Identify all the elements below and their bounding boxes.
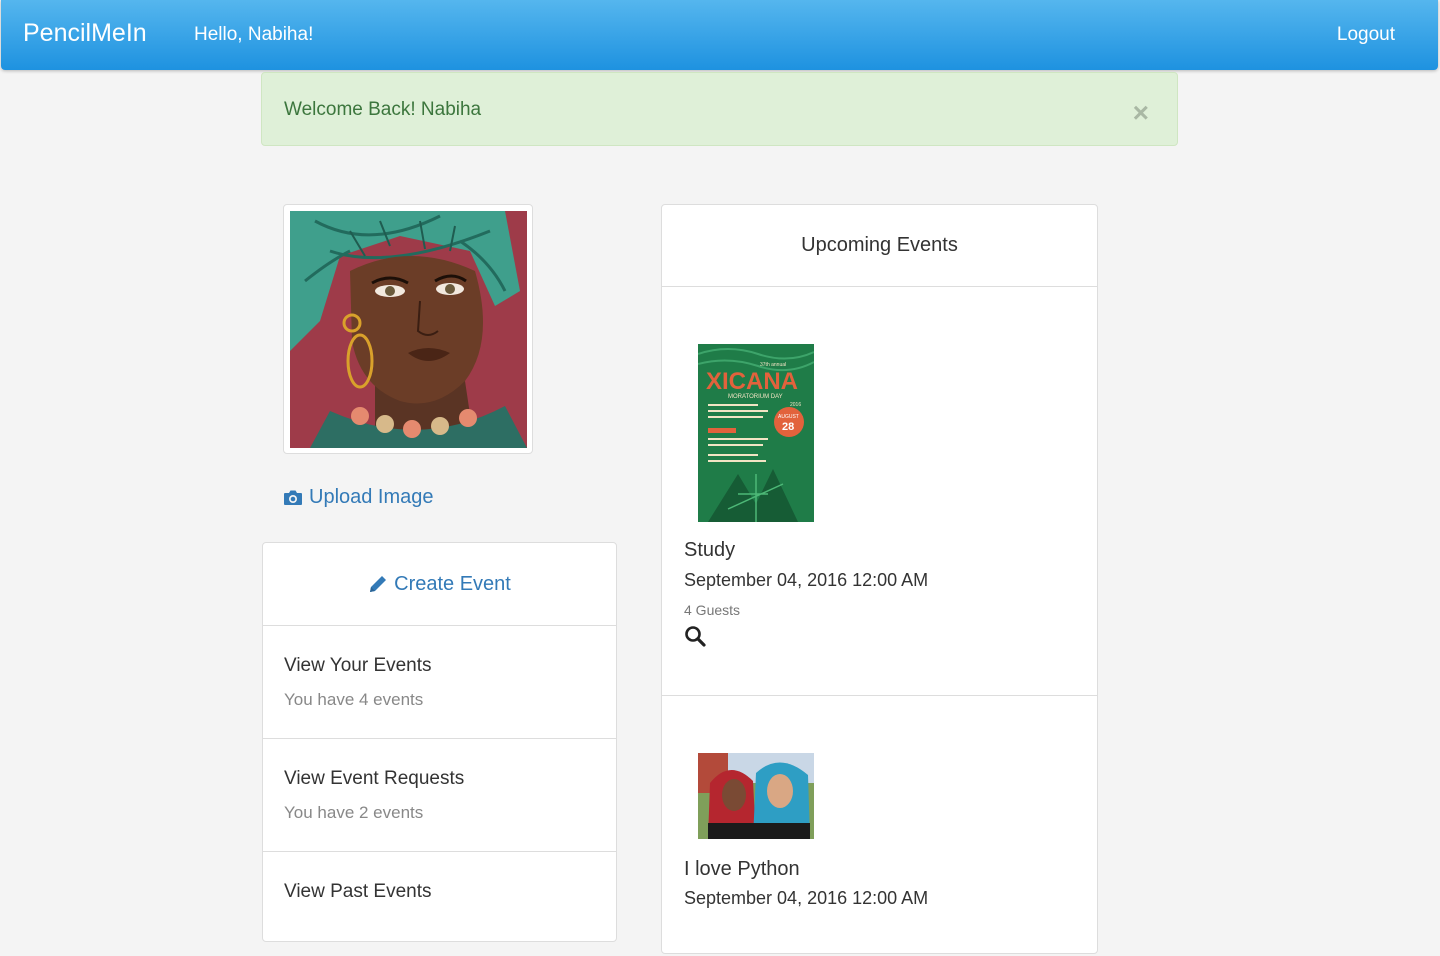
event-photo [698,753,814,839]
menu-item-past-events[interactable]: View Past Events [263,851,616,952]
logout-link[interactable]: Logout [1337,24,1395,46]
menu-item-your-events[interactable]: View Your Events You have 4 events [263,625,616,739]
alert-message: Welcome Back! Nabiha [284,99,482,120]
menu-item-title: View Event Requests [284,768,465,789]
event-title: I love Python [684,858,800,880]
poster-day: 28 [782,421,794,433]
search-icon[interactable] [684,625,706,652]
event-title: Study [684,539,736,561]
menu-item-subtitle: You have 4 events [284,690,424,709]
brand-logo[interactable]: PencilMeIn [23,19,147,48]
upcoming-events-panel: Upcoming Events 37th annual XICANA MORAT… [661,204,1098,954]
menu-item-event-requests[interactable]: View Event Requests You have 2 events [263,738,616,852]
event-date: September 04, 2016 12:00 AM [684,888,929,908]
poster-title: XICANA [706,368,798,395]
upload-image-label: Upload Image [309,486,434,508]
camera-icon [284,490,302,505]
upload-image-link[interactable]: Upload Image [283,486,434,509]
event-poster: 37th annual XICANA MORATORIUM DAY 2016 A… [698,344,814,522]
create-event-label: Create Event [394,572,511,595]
close-icon[interactable]: × [1133,99,1149,127]
event-card-python[interactable]: I love Python September 04, 2016 12:00 A… [662,696,1097,956]
poster-year: 2016 [790,402,801,408]
upcoming-events-heading: Upcoming Events [662,205,1097,287]
profile-picture-frame [283,204,533,454]
poster-subtitle: MORATORIUM DAY [728,394,783,400]
pencil-icon [370,576,387,592]
event-date: September 04, 2016 12:00 AM [684,570,929,590]
profile-picture [290,211,527,448]
event-guests: 4 Guests [684,602,741,618]
welcome-alert: Welcome Back! Nabiha × [261,72,1178,146]
create-event-button[interactable]: Create Event [263,543,616,625]
poster-month: AUGUST [778,414,799,420]
event-menu-panel: Create Event View Your Events You have 4… [262,542,617,942]
event-card-study[interactable]: 37th annual XICANA MORATORIUM DAY 2016 A… [662,286,1097,695]
greeting-text: Hello, Nabiha! [194,24,314,45]
top-navbar: PencilMeIn Hello, Nabiha! Logout [1,0,1438,70]
menu-item-title: View Your Events [284,655,432,676]
menu-item-subtitle: You have 2 events [284,803,424,822]
